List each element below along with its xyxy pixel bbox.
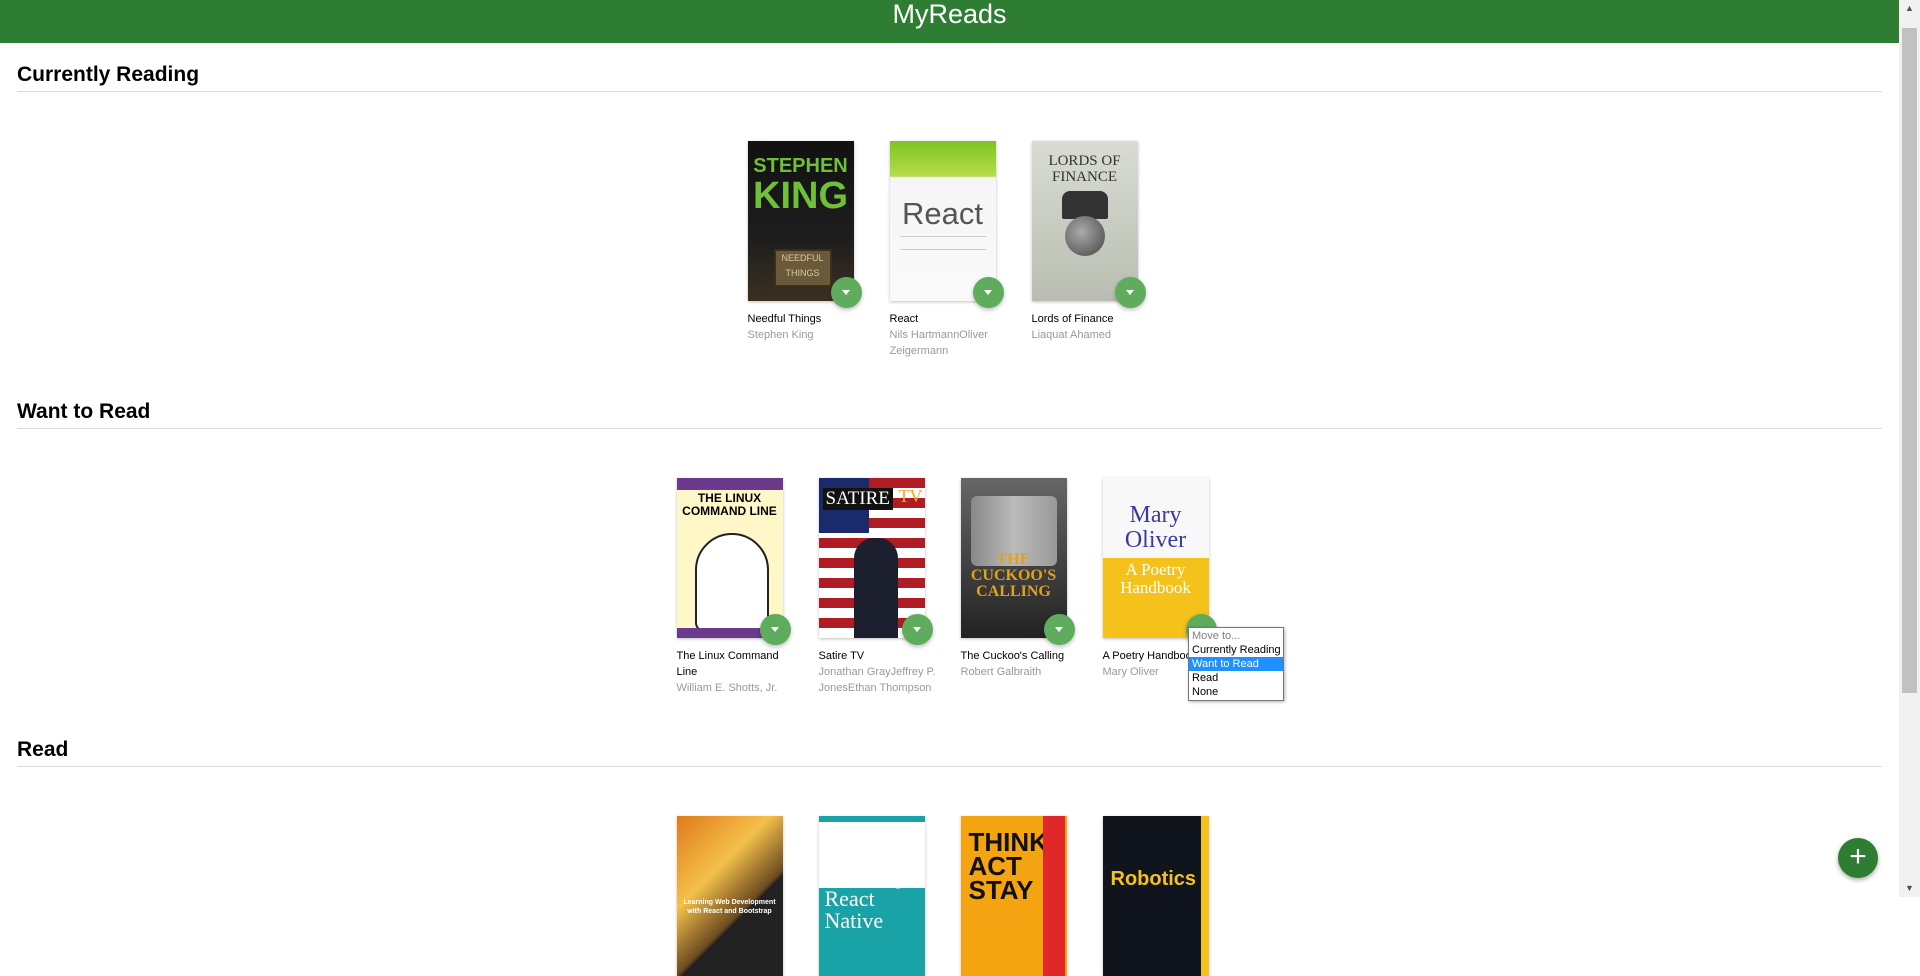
book-title: Needful Things [747,313,822,325]
book-title: The Linux Command Line [676,650,779,678]
shelf-currently-reading: Currently Reading STEPHEN KING NEEDFUL T… [17,63,1882,357]
cover-decoration [1061,191,1108,219]
book-authors: Robert Galbraith [960,666,1042,678]
book-authors: Liaquat Ahamed [1031,329,1112,341]
book-cover[interactable]: THE CUCKOO'S CALLING [960,478,1067,638]
book-title: The Cuckoo's Calling [960,650,1065,662]
book-item: THE CUCKOO'S CALLING The Cuckoo's Callin… [960,478,1081,696]
cover-text: TV [898,486,923,506]
book-cover[interactable]: React [889,141,996,301]
app-header: MyReads [0,0,1899,43]
chevron-down-icon [1126,290,1134,295]
book-cover[interactable]: STEPHEN KING NEEDFUL THINGS [747,141,854,301]
chevron-down-icon [984,290,992,295]
book-item: STEPHEN KING NEEDFUL THINGS Needful Thin… [747,141,868,359]
cover-text: THE CUCKOO'S CALLING [970,551,1057,600]
cover-text: A Poetry Handbook [1120,560,1191,597]
shelf-changer-button[interactable] [759,614,791,645]
book-cover[interactable]: Mary Oliver A Poetry Handbook [1102,478,1209,638]
book-item: React React Nils HartmannOliver Zeigerma… [889,141,1010,359]
cover-text: Learning Web Development with React and … [683,899,776,915]
cover-text: Learning React Native [824,864,904,933]
globe-icon [1064,216,1105,256]
move-option-none[interactable]: None [1189,685,1283,699]
scroll-down-arrow-icon[interactable]: ▼ [1899,880,1920,897]
cover-text: LORDS OF FINANCE [1048,153,1121,185]
vertical-scrollbar[interactable]: ▲ ▼ [1899,0,1920,897]
cover-text: THE LINUX COMMAND LINE [682,491,777,518]
book-authors: Jonathan GrayJeffrey P. JonesEthan Thomp… [818,666,936,694]
move-option-placeholder: Move to... [1192,630,1241,642]
move-option-want-to-read[interactable]: Want to Read [1189,657,1283,671]
cover-illustration [853,538,898,638]
book-title: Satire TV [818,650,865,662]
book-item: THINK ACT STAY [960,816,1081,976]
cover-text: Robotics [1110,868,1197,890]
move-option-read[interactable]: Read [1189,671,1283,685]
cover-decoration [818,816,925,822]
move-to-dropdown[interactable]: Move to... Currently Reading Want to Rea… [1188,627,1284,701]
book-item: Learning Web Development with React and … [676,816,797,976]
book-cover[interactable]: LORDS OF FINANCE [1031,141,1138,301]
cover-text: SATIRE [822,488,893,510]
shelf-title: Currently Reading [17,63,1882,92]
plus-icon: + [1849,840,1867,873]
cover-decoration [899,236,986,250]
book-grid: STEPHEN KING NEEDFUL THINGS Needful Thin… [17,141,1882,359]
book-item: Learning React Native [818,816,939,976]
book-item: SATIRE TV Satire TV Jonathan GrayJeffrey… [818,478,939,696]
shelf-changer-button[interactable] [1043,614,1075,645]
chevron-down-icon [842,290,850,295]
shelf-changer-button[interactable] [901,614,933,645]
book-cover[interactable]: Learning React Native [818,816,925,976]
book-authors: William E. Shotts, Jr. [676,682,778,694]
cover-decoration [676,478,783,490]
shelf-title: Want to Read [17,400,1882,429]
chevron-down-icon [1055,627,1063,632]
scroll-up-arrow-icon[interactable]: ▲ [1899,0,1920,17]
cover-decoration [1200,816,1209,976]
book-grid: Learning Web Development with React and … [17,816,1882,976]
cover-illustration [694,533,769,632]
cover-text: React [902,196,983,231]
shelf-changer-button[interactable] [1114,277,1146,308]
shelf-changer-button[interactable] [830,277,862,308]
cover-text: STEPHEN [753,155,848,177]
app-title: MyReads [892,0,1007,29]
shelf-want-to-read: Want to Read THE LINUX COMMAND LINE The … [17,400,1882,694]
cover-text: NEEDFUL THINGS [773,249,832,287]
cover-decoration [1042,816,1065,976]
add-book-button[interactable]: + [1838,838,1878,878]
cover-text: Mary Oliver [1124,502,1187,553]
chevron-down-icon [913,627,921,632]
book-title: React [889,313,919,325]
chevron-down-icon [771,627,779,632]
book-item: LORDS OF FINANCE Lords of Finance Liaqua… [1031,141,1152,359]
shelf-changer-button[interactable] [972,277,1004,308]
book-item: Robotics [1102,816,1223,976]
book-authors: Nils HartmannOliver Zeigermann [889,329,988,357]
book-cover[interactable]: Learning Web Development with React and … [676,816,783,976]
book-cover[interactable]: THE LINUX COMMAND LINE [676,478,783,638]
book-cover[interactable]: Robotics [1102,816,1209,976]
book-item: THE LINUX COMMAND LINE The Linux Command… [676,478,797,696]
book-authors: Stephen King [747,329,814,341]
book-grid: THE LINUX COMMAND LINE The Linux Command… [17,478,1882,696]
book-cover[interactable]: THINK ACT STAY [960,816,1067,976]
shelf-read: Read Learning Web Development with React… [17,738,1882,976]
shelf-title: Read [17,738,1882,767]
book-cover[interactable]: SATIRE TV [818,478,925,638]
scrollbar-thumb[interactable] [1902,28,1917,693]
cover-text: KING [753,175,848,217]
move-option-currently-reading[interactable]: Currently Reading [1189,643,1283,657]
book-title: Lords of Finance [1031,313,1114,325]
